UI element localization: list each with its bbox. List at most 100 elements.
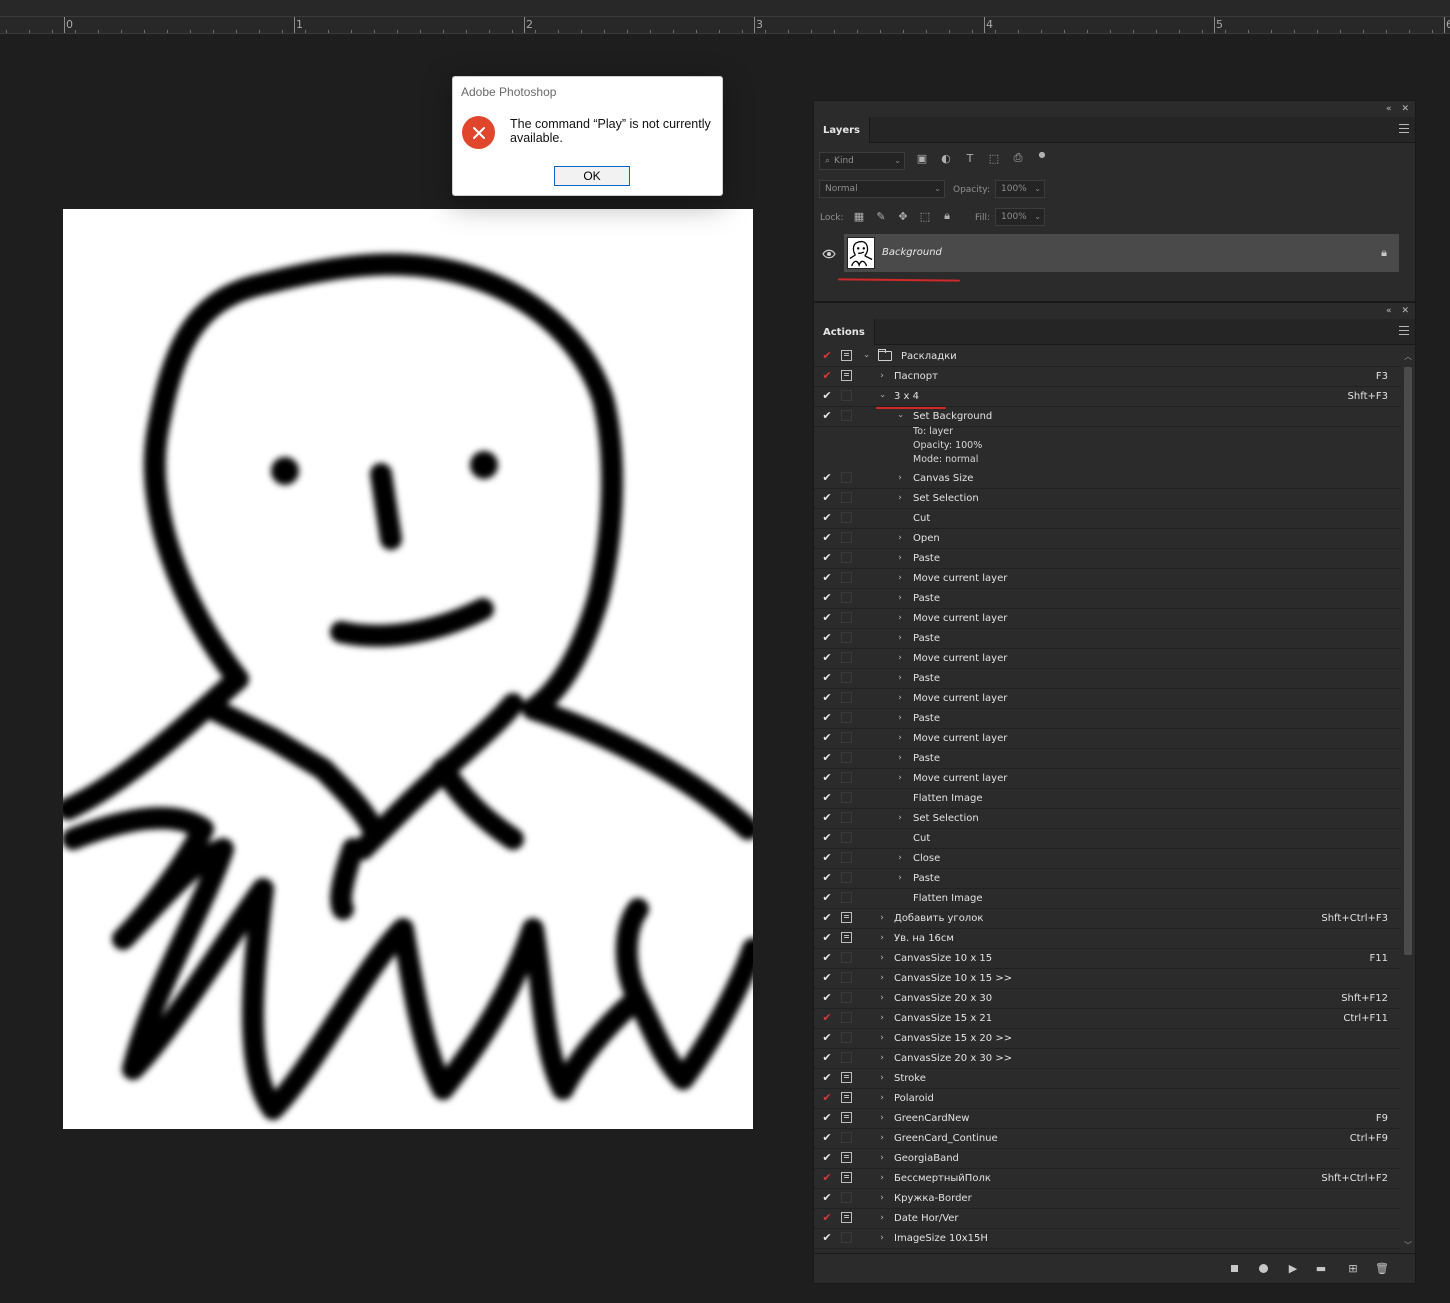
dialog-toggle-icon[interactable]	[841, 932, 852, 943]
chevron-right-icon[interactable]: ›	[877, 1233, 887, 1243]
dialog-toggle-icon[interactable]	[841, 652, 852, 663]
dialog-toggle-icon[interactable]	[841, 952, 852, 963]
chevron-right-icon[interactable]: ›	[877, 1113, 887, 1123]
action-row[interactable]: ✔ › GreenCardNew F9	[814, 1109, 1401, 1129]
action-row[interactable]: ✔ › БессмертныйПолк Shft+Ctrl+F2	[814, 1169, 1401, 1189]
dialog-toggle-icon[interactable]	[841, 1032, 852, 1043]
chevron-right-icon[interactable]: ›	[877, 1213, 887, 1223]
check-icon[interactable]: ✔	[821, 852, 833, 864]
check-icon[interactable]: ✔	[821, 1072, 833, 1084]
action-row[interactable]: ✔ › CanvasSize 10 x 15 F11	[814, 949, 1401, 969]
collapse-icon[interactable]: «	[1386, 306, 1392, 316]
chevron-right-icon[interactable]: ›	[877, 1053, 887, 1063]
dialog-toggle-icon[interactable]	[841, 390, 852, 401]
dialog-toggle-icon[interactable]	[841, 872, 852, 883]
check-icon[interactable]: ✔	[821, 792, 833, 804]
action-step-row[interactable]: ✔ › Paste	[814, 669, 1401, 689]
chevron-right-icon[interactable]: ›	[895, 613, 905, 623]
chevron-right-icon[interactable]: ›	[877, 1093, 887, 1103]
check-icon[interactable]: ✔	[821, 512, 833, 524]
chevron-right-icon[interactable]: ›	[877, 371, 887, 381]
scroll-up-icon[interactable]: ︿	[1404, 351, 1412, 362]
action-step-row[interactable]: ✔ › Paste	[814, 549, 1401, 569]
action-step-row[interactable]: ✔ › Paste	[814, 709, 1401, 729]
dialog-toggle-icon[interactable]	[841, 572, 852, 583]
new-action-icon[interactable]: ⊞	[1345, 1260, 1361, 1276]
chevron-down-icon[interactable]: ›	[877, 391, 887, 401]
trash-icon[interactable]: 🗑︎	[1374, 1260, 1390, 1276]
action-step-row[interactable]: ✔ › Canvas Size	[814, 469, 1401, 489]
dialog-toggle-icon[interactable]	[841, 532, 852, 543]
check-icon[interactable]: ✔	[821, 772, 833, 784]
check-icon[interactable]: ✔	[821, 912, 833, 924]
action-row[interactable]: ✔ › Date Hor/Ver	[814, 1209, 1401, 1229]
check-icon[interactable]: ✔	[821, 732, 833, 744]
action-step-row[interactable]: ✔ Flatten Image	[814, 889, 1401, 909]
dialog-toggle-icon[interactable]	[841, 852, 852, 863]
check-icon[interactable]: ✔	[821, 1132, 833, 1144]
dialog-toggle-icon[interactable]	[841, 1132, 852, 1143]
filter-toggle-icon[interactable]: ●	[1035, 147, 1049, 161]
check-icon[interactable]: ✔	[821, 1212, 833, 1224]
check-icon[interactable]: ✔	[821, 652, 833, 664]
dialog-toggle-icon[interactable]	[841, 992, 852, 1003]
dialog-toggle-icon[interactable]	[841, 512, 852, 523]
chevron-right-icon[interactable]: ›	[877, 1013, 887, 1023]
chevron-right-icon[interactable]: ›	[895, 713, 905, 723]
action-row[interactable]: ✔ › Добавить уголок Shft+Ctrl+F3	[814, 909, 1401, 929]
pixel-filter-icon[interactable]: ▣	[915, 151, 929, 165]
chevron-right-icon[interactable]: ›	[877, 1073, 887, 1083]
dialog-toggle-icon[interactable]	[841, 1192, 852, 1203]
lock-artboard-icon[interactable]: ⬚	[918, 209, 932, 223]
dialog-toggle-icon[interactable]	[841, 892, 852, 903]
action-step-row[interactable]: ✔ › Paste	[814, 749, 1401, 769]
dialog-toggle-icon[interactable]	[841, 370, 852, 381]
chevron-right-icon[interactable]: ›	[877, 1033, 887, 1043]
check-icon[interactable]: ✔	[821, 672, 833, 684]
action-step-row[interactable]: ✔ › Move current layer	[814, 769, 1401, 789]
action-row[interactable]: ✔ › 3 x 4 Shft+F3	[814, 387, 1401, 407]
dialog-toggle-icon[interactable]	[841, 832, 852, 843]
dialog-toggle-icon[interactable]	[841, 972, 852, 983]
check-icon[interactable]: ✔	[821, 552, 833, 564]
dialog-toggle-icon[interactable]	[841, 632, 852, 643]
check-icon[interactable]: ✔	[821, 410, 833, 422]
action-row[interactable]: ✔ › CanvasSize 20 x 30 >>	[814, 1049, 1401, 1069]
check-icon[interactable]: ✔	[821, 992, 833, 1004]
chevron-right-icon[interactable]: ›	[877, 933, 887, 943]
panel-menu-icon[interactable]	[1399, 124, 1409, 134]
play-icon[interactable]: ▶	[1285, 1260, 1301, 1276]
chevron-right-icon[interactable]: ›	[877, 973, 887, 983]
chevron-right-icon[interactable]: ›	[895, 733, 905, 743]
scrollbar-thumb[interactable]	[1404, 367, 1412, 955]
check-icon[interactable]: ✔	[821, 832, 833, 844]
type-filter-icon[interactable]: T	[963, 151, 977, 165]
check-icon[interactable]: ✔	[821, 752, 833, 764]
dialog-toggle-icon[interactable]	[841, 732, 852, 743]
check-icon[interactable]: ✔	[821, 1112, 833, 1124]
dialog-toggle-icon[interactable]	[841, 692, 852, 703]
check-icon[interactable]: ✔	[821, 1152, 833, 1164]
action-row[interactable]: ✔ › ImageSize 10x15H	[814, 1229, 1401, 1249]
tab-layers[interactable]: Layers	[814, 117, 870, 143]
ok-button[interactable]: OK	[554, 166, 630, 186]
action-step-row[interactable]: ✔ › Set Selection	[814, 809, 1401, 829]
chevron-right-icon[interactable]: ›	[895, 813, 905, 823]
action-step-row[interactable]: ✔ › Move current layer	[814, 689, 1401, 709]
check-icon[interactable]: ✔	[821, 632, 833, 644]
check-icon[interactable]: ✔	[821, 1012, 833, 1024]
chevron-down-icon[interactable]: ›	[861, 351, 871, 361]
action-row[interactable]: ✔ › Паспорт F3	[814, 367, 1401, 387]
dialog-toggle-icon[interactable]	[841, 1152, 852, 1163]
document-canvas[interactable]	[63, 209, 753, 1129]
chevron-right-icon[interactable]: ›	[895, 653, 905, 663]
stop-icon[interactable]	[1226, 1260, 1242, 1276]
chevron-right-icon[interactable]: ›	[877, 1173, 887, 1183]
dialog-toggle-icon[interactable]	[841, 1232, 852, 1243]
dialog-toggle-icon[interactable]	[841, 772, 852, 783]
chevron-right-icon[interactable]: ›	[895, 753, 905, 763]
action-step-row[interactable]: ✔ › Paste	[814, 629, 1401, 649]
dialog-toggle-icon[interactable]	[841, 712, 852, 723]
chevron-right-icon[interactable]: ›	[895, 573, 905, 583]
action-row[interactable]: ✔ › GeorgiaBand	[814, 1149, 1401, 1169]
